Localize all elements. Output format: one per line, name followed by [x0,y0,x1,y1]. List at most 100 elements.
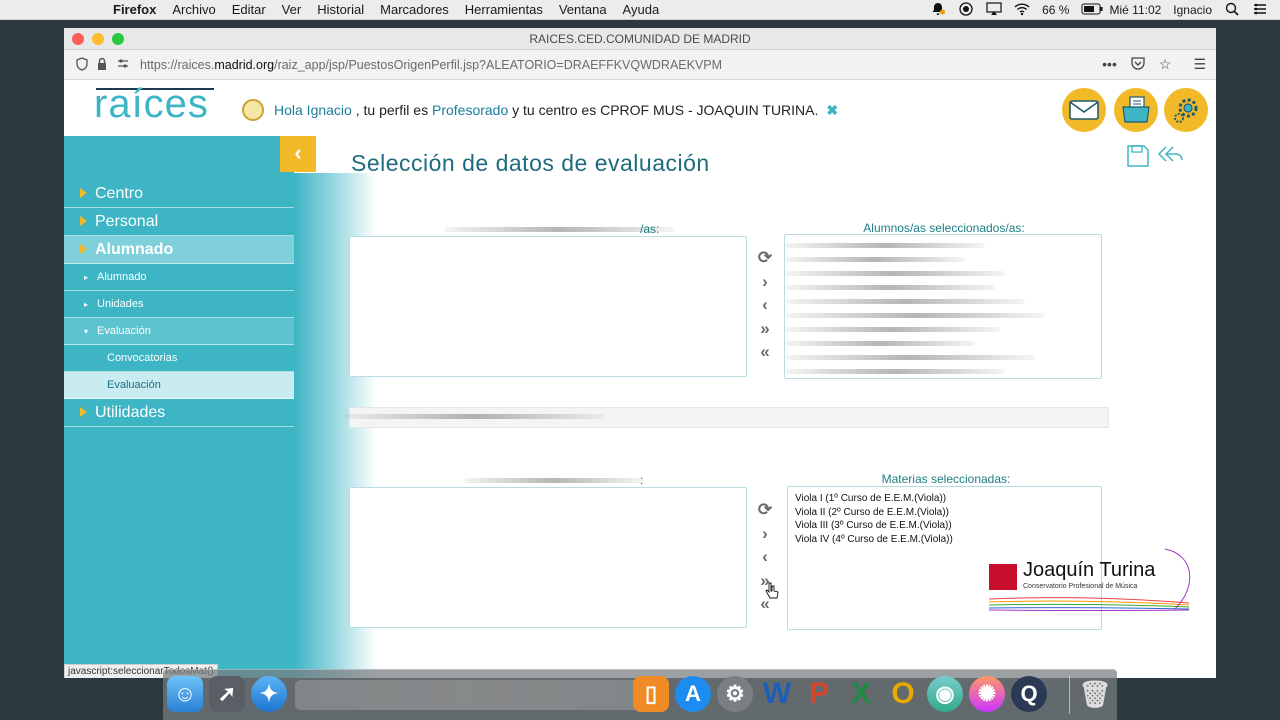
close-profile-icon[interactable]: ✖ [826,102,838,119]
quicktime-icon[interactable]: Q [1011,676,1047,712]
close-window-button[interactable] [72,33,84,45]
list-item[interactable]: Viola I (1º Curso de E.E.M.(Viola)) [788,492,1101,506]
subjects-available-list[interactable] [349,487,747,628]
menu-editar[interactable]: Editar [232,2,266,17]
system-preferences-icon[interactable]: ⚙ [717,676,753,712]
move-all-right-icon[interactable]: » [760,317,769,341]
sidebar-item-centro[interactable]: Centro [64,180,294,208]
menu-ver[interactable]: Ver [282,2,302,17]
zoom-window-button[interactable] [112,33,124,45]
sidebar-item-label: Alumnado [95,241,174,258]
greeting-hola[interactable]: Hola Ignacio [274,102,352,118]
trash-icon[interactable]: 🗑 [1077,676,1113,712]
blurred-student-row [785,341,975,346]
back-reply-icon[interactable] [1156,144,1184,173]
subjects-available-label: : [640,473,644,487]
sidebar-item-utilidades[interactable]: Utilidades [64,399,294,427]
pocket-icon[interactable] [1131,56,1145,73]
sidebar-subitem-evaluacion[interactable]: ▾ Evaluación [64,318,294,345]
outlook-o-icon[interactable]: O [885,676,921,712]
network-globe-icon[interactable]: ◉ [927,676,963,712]
blurred-student-row [785,369,1005,374]
spotlight-search-icon[interactable] [1224,2,1240,19]
permissions-icon[interactable] [116,57,130,74]
menu-archivo[interactable]: Archivo [172,2,215,17]
menu-historial[interactable]: Historial [317,2,364,17]
gear-icon [1174,98,1198,123]
clock[interactable]: Mié 11:02 [1109,3,1161,17]
blurred-label [464,478,644,483]
battery-icon[interactable] [1081,3,1103,18]
menu-ayuda[interactable]: Ayuda [623,2,660,17]
page-actions-icon[interactable]: ••• [1102,56,1117,73]
lock-icon[interactable] [96,57,108,74]
url-prefix: https://raices. [140,58,215,72]
powerpoint-icon[interactable]: P [801,676,837,712]
greeting-profile[interactable]: Profesorado [432,102,508,118]
blurred-student-row [785,299,1025,304]
record-icon[interactable] [958,1,974,19]
word-icon[interactable]: W [759,676,795,712]
wifi-icon[interactable] [1014,2,1030,19]
airplay-icon[interactable] [986,1,1002,19]
list-item[interactable]: Viola II (2º Curso de E.E.M.(Viola)) [788,506,1101,520]
finder-icon[interactable]: ☺ [167,676,203,712]
refresh-icon[interactable]: ⟳ [758,246,772,270]
greeting-center: y tu centro es CPROF MUS - JOAQUIN TURIN… [508,102,819,118]
hamburger-menu-icon[interactable]: ☰ [1193,56,1206,73]
excel-icon[interactable]: X [843,676,879,712]
menu-ventana[interactable]: Ventana [559,2,607,17]
sidebar-item-label: Convocatorias [107,352,178,364]
students-available-list[interactable] [349,236,747,377]
control-center-icon[interactable] [1252,3,1268,18]
app-header: raíces Hola Ignacio , tu perfil es Profe… [64,80,1216,136]
sidebar-nav: Centro Personal Alumnado ▸ Alumnado ▸ Unid… [64,136,294,678]
books-icon[interactable]: ▯ [633,676,669,712]
blurred-divider-text [344,414,604,419]
move-right-icon[interactable]: › [762,522,768,546]
sidebar-item-alumnado[interactable]: Alumnado [64,236,294,264]
safari-icon[interactable]: ✦ [251,676,287,712]
app-store-icon[interactable]: A [675,676,711,712]
bullet-arrow-icon: ▸ [84,300,89,309]
menu-herramientas[interactable]: Herramientas [465,2,543,17]
launchpad-icon[interactable]: ➚ [209,676,245,712]
save-icon[interactable] [1126,144,1150,173]
sidebar-subitem-unidades[interactable]: ▸ Unidades [64,291,294,318]
sidebar-item-personal[interactable]: Personal [64,208,294,236]
bullet-arrow-icon: ▸ [84,273,89,282]
raices-logo[interactable]: raíces [94,82,209,127]
collapse-sidebar-button[interactable]: ‹ [280,136,316,172]
url-text[interactable]: https://raices.madrid.org/raiz_app/jsp/P… [140,58,722,72]
students-transfer-controls: ⟳ › ‹ » « [753,246,777,364]
refresh-icon[interactable]: ⟳ [758,498,772,522]
menu-app-name[interactable]: Firefox [113,2,156,17]
address-bar[interactable]: https://raices.madrid.org/raiz_app/jsp/P… [64,50,1216,80]
blurred-student-row [785,355,1035,360]
sidebar-subitem-evaluacion-active[interactable]: Evaluación [64,372,294,399]
move-left-icon[interactable]: ‹ [762,293,768,317]
tracking-shield-icon[interactable] [76,57,88,74]
bookmark-star-icon[interactable]: ☆ [1159,56,1172,73]
move-left-icon[interactable]: ‹ [762,545,768,569]
macos-dock: ☺ ➚ ✦ ▯ A ⚙ W P X O ◉ ✺ Q 🗑 [163,669,1117,720]
firefox-icon[interactable]: ✺ [969,676,1005,712]
students-available-label: /as: [640,222,660,236]
list-item[interactable]: Viola III (3º Curso de E.E.M.(Viola)) [788,519,1101,533]
mail-button[interactable] [1062,88,1106,132]
url-path: /raiz_app/jsp/PuestosOrigenPerfil.jsp?AL… [274,58,723,72]
sidebar-subitem-alumnado[interactable]: ▸ Alumnado [64,264,294,291]
user-name[interactable]: Ignacio [1173,3,1212,17]
notification-bell-icon[interactable] [930,2,946,19]
sidebar-item-label: Evaluación [107,379,161,391]
documents-button[interactable] [1114,88,1158,132]
settings-button[interactable] [1164,88,1208,132]
students-selected-list[interactable] [784,234,1102,379]
minimize-window-button[interactable] [92,33,104,45]
move-all-left-icon[interactable]: « [760,340,769,364]
move-right-icon[interactable]: › [762,270,768,294]
list-item[interactable]: Viola IV (4º Curso de E.E.M.(Viola)) [788,533,1101,547]
menu-marcadores[interactable]: Marcadores [380,2,449,17]
sidebar-subitem-convocatorias[interactable]: Convocatorias [64,345,294,372]
blurred-student-row [785,327,1000,332]
